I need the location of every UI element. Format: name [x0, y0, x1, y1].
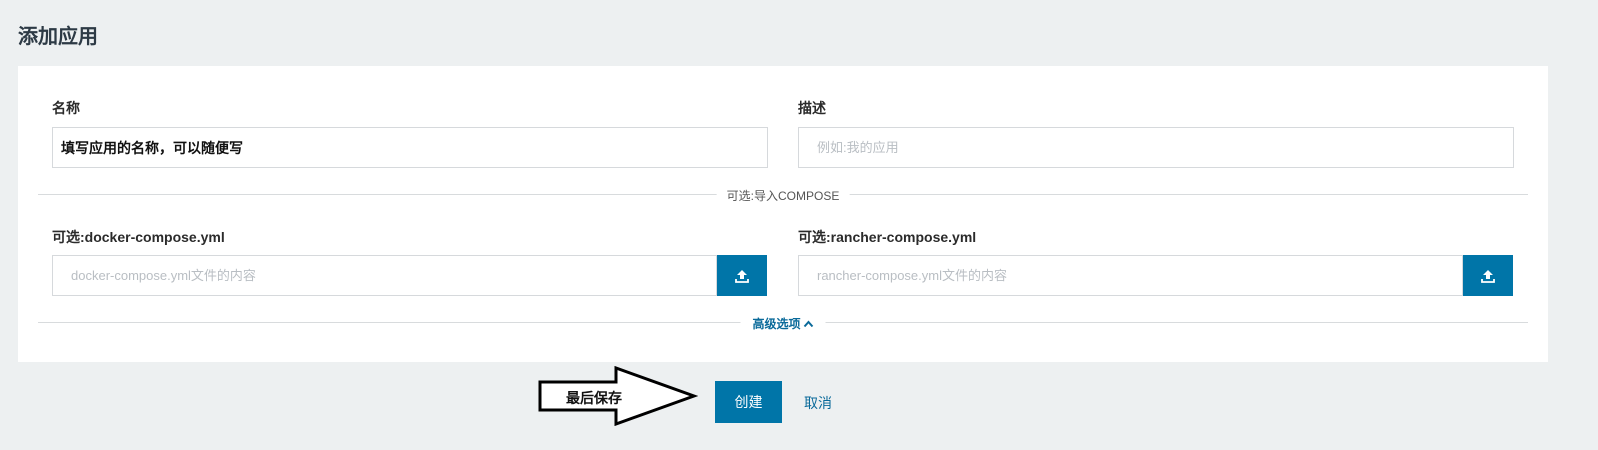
name-input[interactable] — [52, 127, 768, 168]
docker-compose-upload-button[interactable] — [717, 255, 767, 296]
rancher-compose-upload-button[interactable] — [1463, 255, 1513, 296]
rancher-compose-input[interactable] — [798, 255, 1463, 296]
docker-compose-label: 可选:docker-compose.yml — [52, 229, 225, 245]
name-label: 名称 — [52, 100, 80, 116]
description-input[interactable] — [798, 127, 1514, 168]
advanced-options-toggle[interactable]: 高级选项 — [740, 315, 826, 332]
create-button[interactable]: 创建 — [715, 381, 782, 423]
rancher-compose-label: 可选:rancher-compose.yml — [798, 229, 977, 245]
advanced-options-label: 高级选项 — [752, 317, 801, 331]
add-application-card: 名称 描述 可选:导入COMPOSE 可选:docker-compose.yml… — [18, 66, 1548, 362]
description-label: 描述 — [798, 100, 826, 116]
cancel-link[interactable]: 取消 — [804, 393, 832, 413]
page-title: 添加应用 — [18, 26, 98, 48]
chevron-up-icon — [803, 319, 814, 327]
compose-divider-label: 可选:导入COMPOSE — [716, 187, 850, 204]
docker-compose-input[interactable] — [52, 255, 717, 296]
upload-icon — [735, 269, 749, 283]
upload-icon — [1481, 269, 1495, 283]
annotation-label: 最后保存 — [566, 390, 622, 406]
